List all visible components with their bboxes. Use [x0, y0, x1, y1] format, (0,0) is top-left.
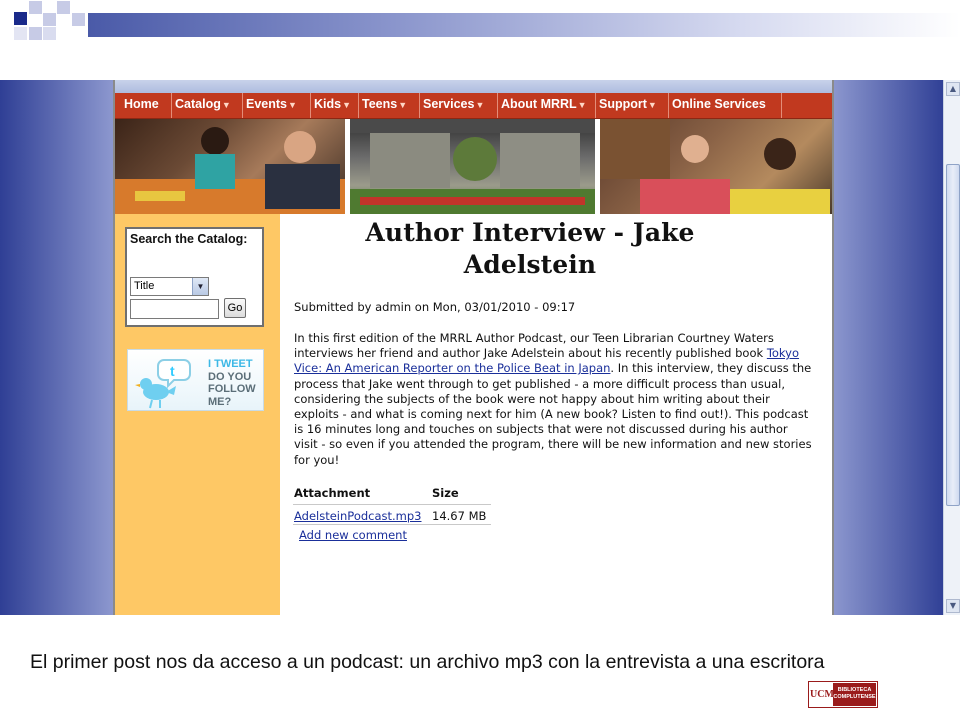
article-content: Author Interview - Jake Adelstein Submit…: [280, 214, 832, 615]
photo-crafts-art: [115, 127, 345, 214]
deco-square: [29, 1, 42, 14]
chevron-down-icon[interactable]: ▼: [192, 278, 208, 295]
table-divider: [293, 524, 491, 525]
logo-ucm-mark: UCM: [810, 689, 834, 700]
nav-events[interactable]: Events▼: [243, 93, 311, 118]
scroll-down-arrow[interactable]: ▼: [946, 599, 960, 613]
go-button[interactable]: Go: [224, 298, 246, 318]
deco-square: [43, 27, 56, 40]
nav-label: Teens: [362, 97, 398, 111]
deco-square: [14, 12, 27, 25]
nav-label: Online Services: [672, 97, 766, 111]
scroll-thumb[interactable]: [946, 164, 960, 506]
nav-online-services[interactable]: Online Services: [669, 93, 782, 118]
browser-screenshot: ▲ ▼ Home Catalog▼ Events▼ Kids▼ Teens▼ S…: [0, 80, 960, 615]
chevron-down-icon: ▼: [475, 100, 485, 110]
header-photo-building: [350, 119, 595, 214]
logo-line: COMPLUTENSE: [833, 694, 876, 700]
table-divider: [293, 504, 491, 505]
chevron-down-icon: ▼: [647, 100, 657, 110]
body-text: . In this interview, they discuss the pr…: [294, 361, 812, 467]
add-comment-link[interactable]: Add new comment: [299, 528, 407, 542]
deco-square: [14, 27, 27, 40]
nav-about[interactable]: About MRRL▼: [498, 93, 596, 118]
logo-line: BIBLIOTECA: [837, 687, 872, 693]
attachment-file-size: 14.67 MB: [432, 509, 487, 523]
select-value: Title: [134, 280, 155, 292]
scroll-up-arrow[interactable]: ▲: [946, 82, 960, 96]
chevron-down-icon: ▼: [342, 100, 352, 110]
deco-square: [43, 13, 56, 26]
catalog-search-box: Search the Catalog: Title ▼ Go: [125, 227, 264, 327]
nav-teens[interactable]: Teens▼: [359, 93, 420, 118]
attachment-file-link[interactable]: AdelsteinPodcast.mp3: [294, 509, 422, 523]
library-website: Home Catalog▼ Events▼ Kids▼ Teens▼ Servi…: [113, 80, 834, 615]
tweet-text: I TWEET DO YOU FOLLOW ME?: [208, 358, 263, 408]
chevron-down-icon: ▼: [288, 100, 297, 110]
header-strip: [115, 80, 832, 93]
vertical-scrollbar[interactable]: ▲ ▼: [943, 80, 960, 615]
nav-label: Services: [423, 97, 475, 111]
nav-label: Events: [246, 97, 287, 111]
header-gradient-bar: [88, 13, 960, 37]
header-photo-kids: [600, 119, 832, 214]
col-size-header: Size: [432, 486, 459, 500]
tweet-line: I TWEET: [208, 358, 253, 370]
nav-label: Home: [124, 97, 159, 111]
article-body: In this first edition of the MRRL Author…: [294, 331, 814, 468]
header-photo-crafts: [115, 119, 345, 214]
slide-header-decoration: [0, 0, 960, 70]
nav-support[interactable]: Support▼: [596, 93, 669, 118]
nav-home[interactable]: Home: [121, 93, 172, 118]
deco-square: [57, 1, 70, 14]
slide-caption: El primer post nos da acceso a un podcas…: [30, 651, 825, 673]
article-submitted: Submitted by admin on Mon, 03/01/2010 - …: [294, 300, 576, 314]
twitter-follow-banner[interactable]: t I TWEET DO YOU FOLLOW ME?: [127, 349, 264, 411]
nav-label: Kids: [314, 97, 342, 111]
tweet-line: DO YOU: [208, 370, 252, 383]
nav-label: About MRRL: [501, 97, 577, 111]
deco-square: [72, 13, 85, 26]
chevron-down-icon: ▼: [577, 100, 587, 110]
col-attachment-header: Attachment: [294, 486, 371, 500]
nav-catalog[interactable]: Catalog▼: [172, 93, 243, 118]
tweet-line: FOLLOW ME?: [208, 383, 256, 408]
sidebar: Search the Catalog: Title ▼ Go t I TWEET…: [115, 214, 280, 615]
photo-building-art: [350, 119, 595, 214]
main-nav: Home Catalog▼ Events▼ Kids▼ Teens▼ Servi…: [115, 93, 832, 119]
body-text: In this first edition of the MRRL Author…: [294, 331, 774, 361]
svg-text:t: t: [170, 363, 175, 379]
nav-label: Catalog: [175, 97, 221, 111]
search-type-select[interactable]: Title ▼: [130, 277, 209, 296]
search-title: Search the Catalog:: [130, 232, 248, 246]
article-title: Author Interview - Jake Adelstein: [365, 218, 695, 279]
twitter-bird-icon: t: [135, 359, 191, 409]
nav-label: Support: [599, 97, 647, 111]
nav-services[interactable]: Services▼: [420, 93, 498, 118]
nav-kids[interactable]: Kids▼: [311, 93, 359, 118]
chevron-down-icon: ▼: [221, 100, 231, 110]
photo-kids-art: [600, 119, 830, 214]
logo-text: BIBLIOTECA COMPLUTENSE: [833, 683, 876, 706]
deco-square: [29, 27, 42, 40]
biblioteca-complutense-logo: UCM BIBLIOTECA COMPLUTENSE: [808, 681, 878, 708]
search-input[interactable]: [130, 299, 219, 319]
chevron-down-icon: ▼: [398, 100, 408, 110]
